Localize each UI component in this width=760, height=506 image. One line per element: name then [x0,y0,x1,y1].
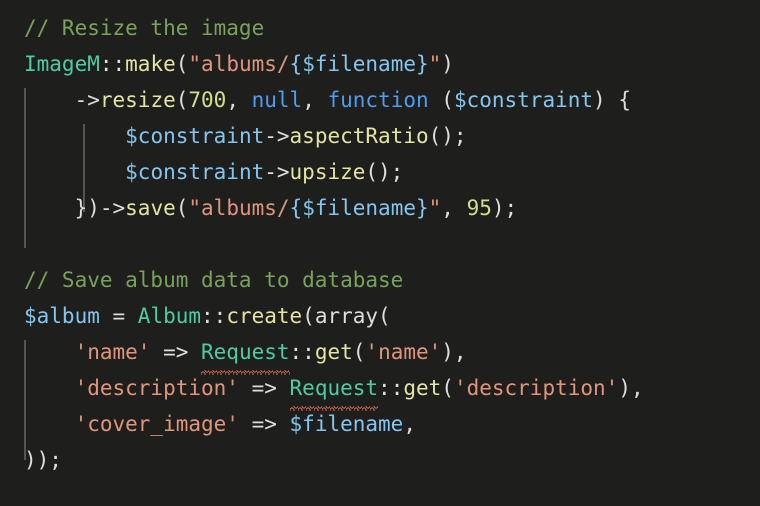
code-token: $constraint [125,160,265,184]
code-token: ( [175,52,189,76]
code-token: ); [491,196,518,220]
code-token: => [150,340,202,364]
code-token: -> [74,88,100,112]
code-token: 'name' [365,340,442,364]
code-line[interactable]: ->resize(700, null, function ($constrain… [0,82,760,118]
code-token: " [428,52,442,76]
code-token: function [327,88,429,112]
code-token: $constraint [453,88,594,112]
code-token: (); [365,160,404,184]
code-token: 'description' [453,376,619,400]
code-token: -> [264,124,290,148]
code-token: , [302,88,328,112]
code-content-area[interactable]: // Resize the image ImageM::make("albums/… [0,10,760,478]
code-token: {$filename} [289,196,429,220]
code-line[interactable]: )); [0,442,760,478]
code-token: "albums/ [188,52,290,76]
code-line[interactable]: // Save album data to database [0,262,760,298]
code-token: )); [24,448,62,472]
code-token: ( [441,376,454,400]
code-editor-view[interactable]: // Resize the image ImageM::make("albums/… [0,0,760,506]
code-token: Request [289,376,379,400]
code-token: ) { [593,88,631,112]
code-token: get [314,340,353,364]
code-token: ), [441,340,467,364]
code-token: aspectRatio [289,124,429,148]
code-token: Album [137,304,202,328]
code-token: -> [99,196,126,220]
code-token: " [428,196,442,220]
code-token: 'cover_image' [74,412,239,436]
code-line[interactable]: $constraint->upsize(); [0,154,760,190]
code-token: // Save album data to database [24,268,404,292]
code-token: ), [618,376,644,400]
code-token: 'description' [74,376,239,400]
code-token: create [226,304,303,328]
code-token: Request [201,340,290,364]
code-token: $album [24,304,100,328]
code-token: ) [441,52,454,76]
error-squiggle-underline: Request [289,370,379,411]
code-token: 'name' [74,340,151,364]
code-line[interactable]: 'cover_image' => $filename, [0,406,760,442]
code-token: (); [428,124,467,148]
code-token: (array( [302,304,391,328]
code-token: $constraint [125,124,265,148]
code-token: ( [428,88,454,112]
code-token: make [125,52,176,76]
code-token: 95 [466,196,492,220]
code-line[interactable]: ImageM::make("albums/{$filename}") [0,46,760,82]
code-token: => [238,376,290,400]
code-token: "albums/ [188,196,290,220]
code-token: ( [352,340,366,364]
code-token: , [226,88,252,112]
code-line[interactable]: $album = Album::create(array( [0,298,760,334]
code-token: 700 [188,88,227,112]
code-line[interactable]: 'name' => Request::get('name'), [0,334,760,375]
error-squiggle-underline: Request [201,334,290,375]
code-token: upsize [289,160,366,184]
code-line[interactable] [0,226,760,262]
code-token: :: [99,52,126,76]
code-line[interactable]: })->save("albums/{$filename}", 95); [0,190,760,226]
code-token: :: [201,304,227,328]
code-token: // Resize the image [24,16,265,40]
code-line[interactable]: 'description' => Request::get('descripti… [0,370,760,411]
code-token: ( [175,196,189,220]
code-line[interactable]: // Resize the image [0,10,760,46]
code-token: $filename [289,412,404,436]
code-token: save [125,196,176,220]
code-token: :: [378,376,404,400]
code-token: }) [24,196,100,220]
code-line[interactable]: $constraint->aspectRatio(); [0,118,760,154]
code-token: , [441,196,467,220]
code-token: ImageM [24,52,100,76]
code-token: :: [289,340,315,364]
code-token: -> [264,160,290,184]
code-token: => [238,412,290,436]
code-token: , [403,412,416,436]
code-token: {$filename} [289,52,429,76]
code-token: resize [99,88,176,112]
code-token: = [99,304,138,328]
code-token: null [251,88,303,112]
code-token: get [403,376,442,400]
code-token: ( [175,88,189,112]
